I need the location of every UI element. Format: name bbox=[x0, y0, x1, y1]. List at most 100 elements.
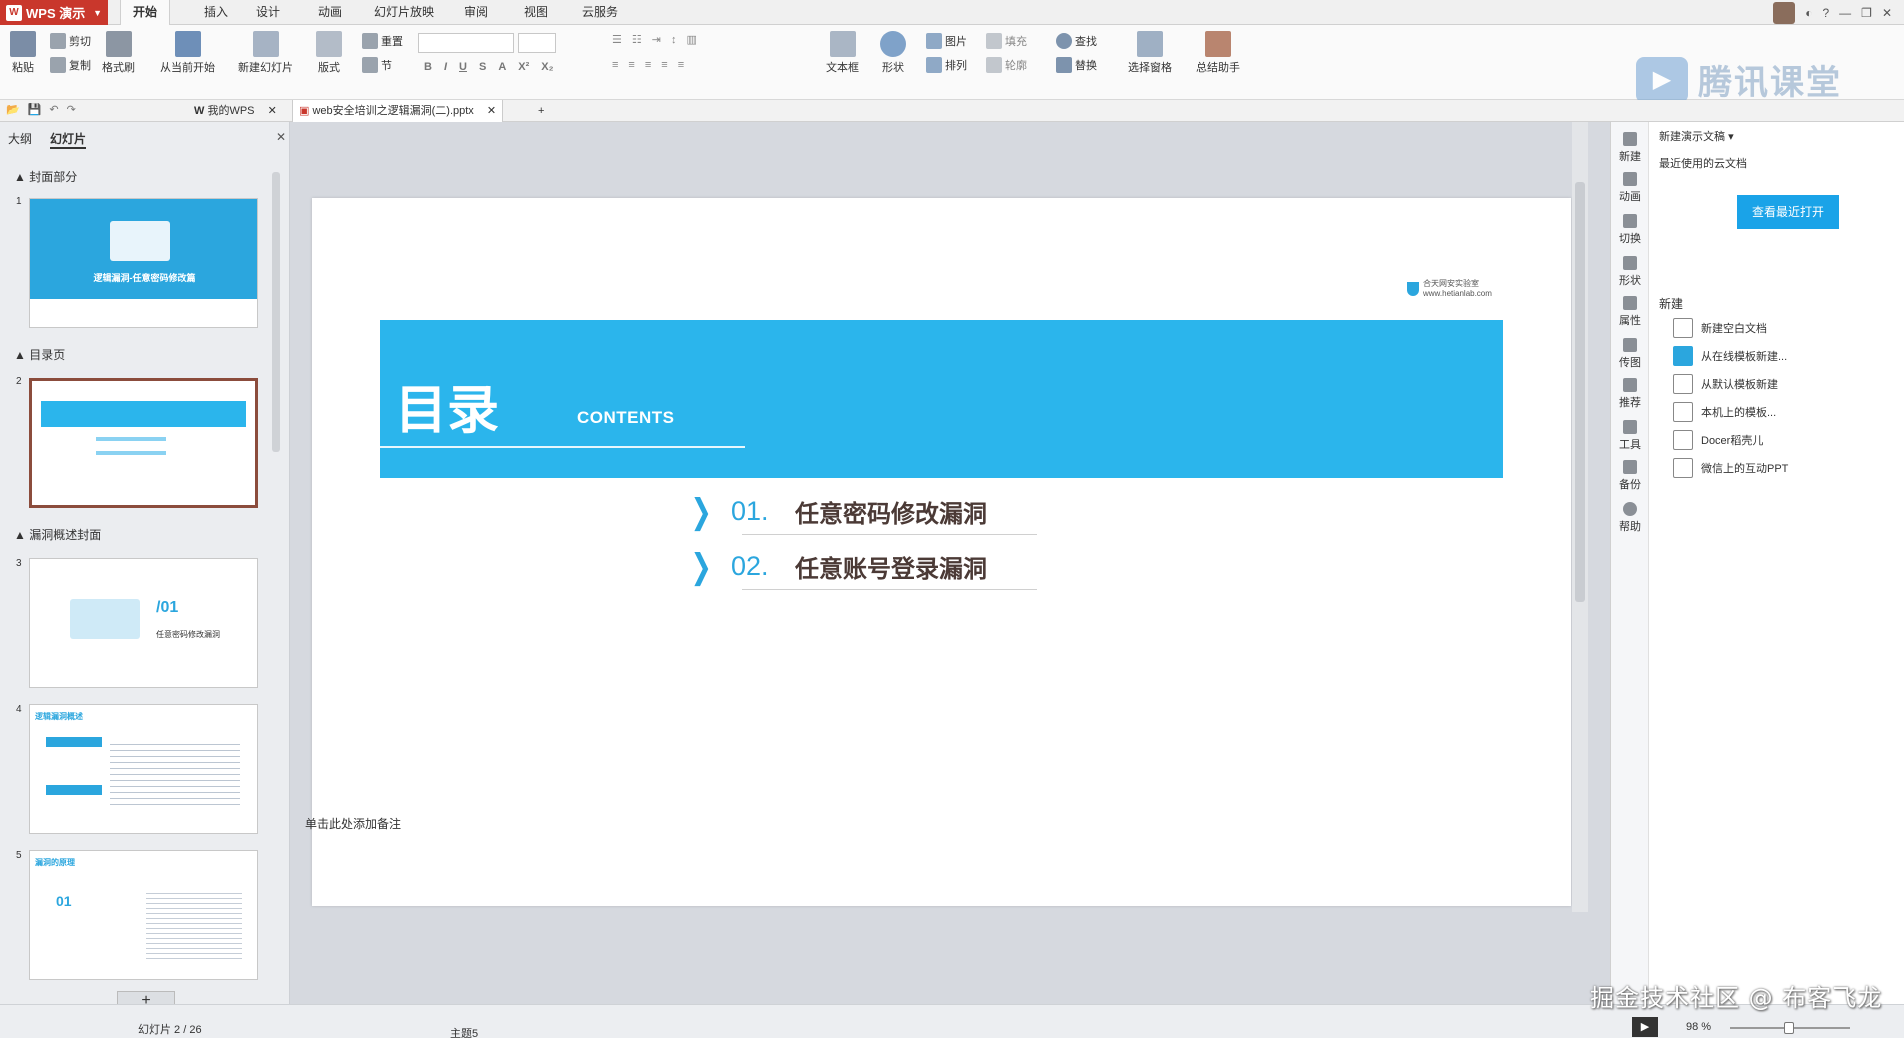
slide-thumbnail-3[interactable]: /01 任意密码修改漏洞 bbox=[29, 558, 258, 688]
textbox-button[interactable]: 文本框 bbox=[826, 31, 859, 75]
arrange-button[interactable]: 排列 bbox=[926, 57, 967, 73]
font-family-select[interactable] bbox=[418, 33, 514, 53]
undo-icon[interactable]: ↶ bbox=[49, 103, 58, 116]
close-icon[interactable]: ✕ bbox=[276, 130, 286, 144]
tool-new[interactable]: 新建 bbox=[1611, 132, 1649, 164]
zoom-slider-knob[interactable] bbox=[1783, 1022, 1794, 1034]
close-icon[interactable]: ✕ bbox=[268, 105, 277, 117]
slide-thumbnail-2[interactable] bbox=[29, 378, 258, 508]
reset-button[interactable]: 重置 bbox=[362, 33, 403, 49]
app-menu-button[interactable]: W WPS 演示 ▼ bbox=[0, 0, 108, 25]
minimize-icon[interactable]: — bbox=[1839, 6, 1851, 20]
font-color-icon[interactable]: A bbox=[498, 61, 506, 73]
task-pane-title[interactable]: 新建演示文稿 ▾ bbox=[1659, 128, 1734, 144]
picture-button[interactable]: 图片 bbox=[926, 33, 967, 49]
shape-button[interactable]: 形状 bbox=[880, 31, 906, 75]
save-icon[interactable]: 💾 bbox=[28, 103, 42, 116]
section-toc[interactable]: ▲ 目录页 bbox=[14, 346, 65, 363]
canvas-scrollbar[interactable] bbox=[1572, 122, 1588, 912]
indent-icon[interactable]: ⇥ bbox=[652, 33, 661, 46]
font-size-select[interactable] bbox=[518, 33, 556, 53]
open-icon[interactable]: 📂 bbox=[6, 103, 20, 116]
wechat-interactive-ppt[interactable]: 微信上的互动PPT bbox=[1673, 458, 1788, 478]
local-templates[interactable]: 本机上的模板... bbox=[1673, 402, 1776, 422]
tab-current-file[interactable]: ▣ web安全培训之逻辑漏洞(二).pptx ✕ bbox=[292, 100, 504, 122]
superscript-icon[interactable]: X² bbox=[518, 61, 529, 73]
summary-button[interactable]: 总结助手 bbox=[1196, 31, 1240, 75]
italic-icon[interactable]: I bbox=[444, 61, 447, 73]
copy-button[interactable]: 复制 bbox=[50, 57, 91, 73]
new-from-default-template[interactable]: 从默认模板新建 bbox=[1673, 374, 1778, 394]
fill-button[interactable]: 填充 bbox=[986, 33, 1027, 49]
thumbnail-scrollbar[interactable] bbox=[272, 172, 280, 452]
redo-icon[interactable]: ↷ bbox=[67, 103, 76, 116]
menu-tab-animation[interactable]: 动画 bbox=[306, 0, 354, 25]
tool-backup[interactable]: 备份 bbox=[1611, 460, 1649, 492]
tool-help[interactable]: 帮助 bbox=[1611, 502, 1649, 534]
toc-item-1[interactable]: ❯ 01. 任意密码修改漏洞 bbox=[687, 494, 988, 529]
format-painter-button[interactable]: 格式刷 bbox=[102, 31, 135, 75]
tool-properties[interactable]: 属性 bbox=[1611, 296, 1649, 328]
theme-indicator[interactable]: 主题5 bbox=[450, 1025, 478, 1038]
find-button[interactable]: 查找 bbox=[1056, 33, 1097, 49]
bold-icon[interactable]: B bbox=[424, 61, 432, 73]
zoom-value[interactable]: 98 % bbox=[1686, 1021, 1711, 1033]
notes-placeholder[interactable]: 单击此处添加备注 bbox=[305, 815, 401, 832]
line-spacing-icon[interactable]: ↕ bbox=[671, 34, 677, 46]
avatar[interactable] bbox=[1773, 1, 1796, 24]
menu-tab-insert[interactable]: 插入 bbox=[192, 0, 240, 25]
align-left-icon[interactable]: ≡ bbox=[612, 59, 618, 71]
title-banner[interactable]: 目录 CONTENTS bbox=[380, 320, 1503, 478]
slide-thumbnail-4[interactable]: 逻辑漏洞概述 bbox=[29, 704, 258, 834]
select-pane-button[interactable]: 选择窗格 bbox=[1128, 31, 1172, 75]
tab-outline[interactable]: 大纲 bbox=[8, 130, 32, 147]
new-from-online-template[interactable]: 从在线模板新建... bbox=[1673, 346, 1787, 366]
menu-tab-home[interactable]: 开始 bbox=[120, 0, 171, 25]
menu-tab-cloud[interactable]: 云服务 bbox=[570, 0, 630, 25]
numbering-icon[interactable]: ☷ bbox=[632, 33, 642, 46]
restore-icon[interactable]: ❐ bbox=[1861, 6, 1872, 20]
layout-button[interactable]: 版式 bbox=[316, 31, 342, 75]
bullets-icon[interactable]: ☰ bbox=[612, 33, 622, 46]
strike-icon[interactable]: S bbox=[479, 61, 486, 73]
slide-subtitle[interactable]: CONTENTS bbox=[577, 408, 675, 428]
menu-tab-slideshow[interactable]: 幻灯片放映 bbox=[362, 0, 446, 25]
columns-icon[interactable]: ▥ bbox=[686, 33, 696, 46]
tool-transition[interactable]: 切换 bbox=[1611, 214, 1649, 246]
new-blank-doc[interactable]: 新建空白文档 bbox=[1673, 318, 1767, 338]
paste-button[interactable]: 粘贴 bbox=[10, 31, 36, 75]
section-cover[interactable]: ▲ 封面部分 bbox=[14, 168, 77, 185]
section-overview[interactable]: ▲ 漏洞概述封面 bbox=[14, 526, 101, 543]
close-icon[interactable]: ✕ bbox=[1882, 6, 1892, 20]
help-icon[interactable]: ? bbox=[1822, 6, 1829, 20]
slide-title[interactable]: 目录 bbox=[395, 368, 499, 443]
slide-thumbnail-1[interactable]: 逻辑漏洞-任意密码修改篇 bbox=[29, 198, 258, 328]
new-tab-button[interactable]: + bbox=[532, 100, 550, 122]
tool-send-image[interactable]: 传图 bbox=[1611, 338, 1649, 370]
replace-button[interactable]: 替换 bbox=[1056, 57, 1097, 73]
align-center-icon[interactable]: ≡ bbox=[628, 59, 634, 71]
menu-tab-design[interactable]: 设计 bbox=[244, 0, 292, 25]
slide-thumbnail-5[interactable]: 漏洞的原理 01 bbox=[29, 850, 258, 980]
toc-item-2[interactable]: ❯ 02. 任意账号登录漏洞 bbox=[687, 549, 988, 584]
subscript-icon[interactable]: X₂ bbox=[541, 61, 553, 73]
from-current-button[interactable]: 从当前开始 bbox=[160, 31, 215, 75]
open-recent-button[interactable]: 查看最近打开 bbox=[1737, 195, 1839, 229]
zoom-slider[interactable] bbox=[1730, 1022, 1850, 1034]
cut-button[interactable]: 剪切 bbox=[50, 33, 91, 49]
new-slide-button[interactable]: 新建幻灯片 bbox=[238, 31, 293, 75]
tab-my-wps[interactable]: W 我的WPS ✕ bbox=[188, 100, 283, 122]
section-button[interactable]: 节 bbox=[362, 57, 392, 73]
outline-button[interactable]: 轮廓 bbox=[986, 57, 1027, 73]
distribute-icon[interactable]: ≡ bbox=[678, 59, 684, 71]
close-icon[interactable]: ✕ bbox=[487, 105, 496, 117]
tool-animation[interactable]: 动画 bbox=[1611, 172, 1649, 204]
menu-tab-view[interactable]: 视图 bbox=[512, 0, 560, 25]
menu-tab-review[interactable]: 审阅 bbox=[452, 0, 500, 25]
tool-shape[interactable]: 形状 bbox=[1611, 256, 1649, 288]
scrollbar-thumb[interactable] bbox=[1575, 182, 1585, 602]
align-right-icon[interactable]: ≡ bbox=[645, 59, 651, 71]
underline-icon[interactable]: U bbox=[459, 61, 467, 73]
tab-slides[interactable]: 幻灯片 bbox=[50, 130, 87, 149]
tool-tools[interactable]: 工具 bbox=[1611, 420, 1649, 452]
